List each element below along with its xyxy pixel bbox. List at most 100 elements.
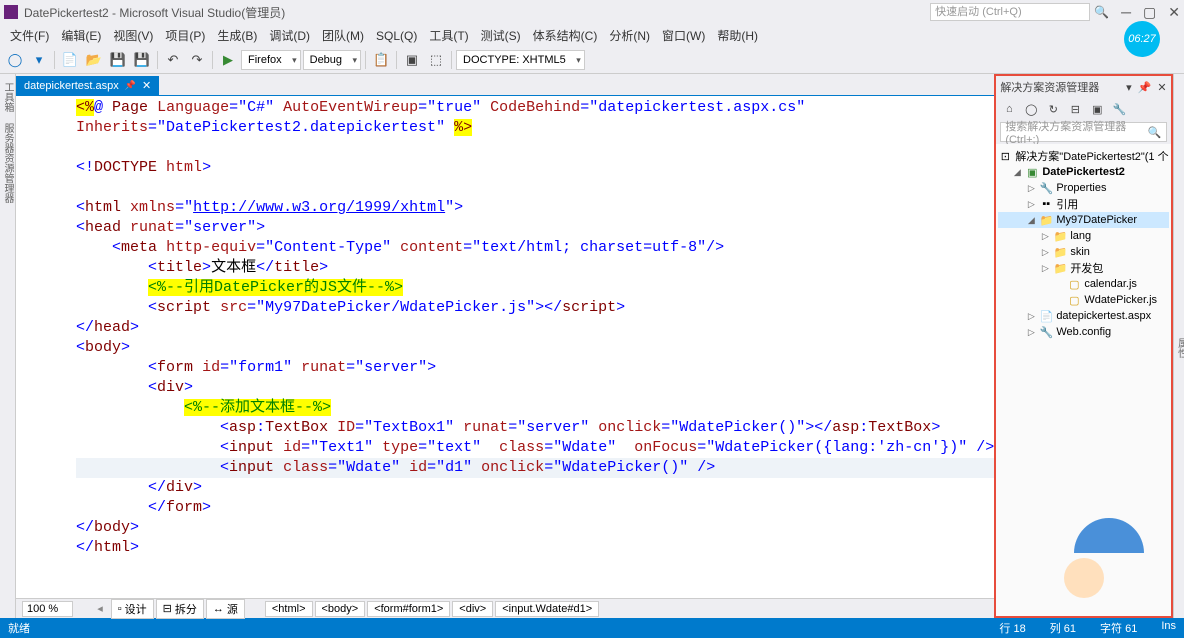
se-refresh-button[interactable]: ↻ [1044,100,1062,118]
code-line[interactable]: <!DOCTYPE html> [76,158,994,178]
menu-item[interactable]: 编辑(E) [55,27,107,45]
code-line[interactable] [76,178,994,198]
properties-node[interactable]: ▷🔧Properties [998,180,1168,196]
se-home-button[interactable]: ⌂ [1000,100,1018,118]
search-icon[interactable]: 🔍 [1094,5,1109,19]
code-line[interactable]: <head runat="server"> [76,218,994,238]
menu-item[interactable]: 文件(F) [4,27,55,45]
toolbar-btn-3[interactable]: ⬚ [425,49,447,71]
file-calendar-node[interactable]: ▢calendar.js [998,276,1168,292]
menu-item[interactable]: 生成(B) [211,27,263,45]
config-dropdown[interactable]: Debug [303,50,361,70]
pin-icon[interactable]: 📌 [1138,81,1152,94]
se-toolbar: ⌂ ◯ ↻ ⊟ ▣ 🔧 [996,98,1170,120]
menu-item[interactable]: 工具(T) [423,27,474,45]
tab-datepickertest[interactable]: datepickertest.aspx 📌 ✕ [16,76,159,95]
code-line[interactable]: </body> [76,518,994,538]
references-node[interactable]: ▷▪▪引用 [998,196,1168,212]
code-line[interactable]: <%--引用DatePicker的JS文件--%> [76,278,994,298]
menu-item[interactable]: 调试(D) [263,27,316,45]
nav-back-button[interactable]: ◯ [4,49,26,71]
design-tab[interactable]: ▫设计 [111,599,154,619]
breadcrumb-item[interactable]: <input.Wdate#d1> [495,601,599,617]
toolbar: ◯ ▾ 📄 📂 💾 💾 ↶ ↷ ▶ Firefox Debug 📋 ▣ ⬚ DO… [0,46,1184,74]
save-all-button[interactable]: 💾 [131,49,153,71]
se-show-all-button[interactable]: ▣ [1088,100,1106,118]
code-line[interactable]: <title>文本框</title> [76,258,994,278]
menu-item[interactable]: 项目(P) [159,27,211,45]
doctype-dropdown[interactable]: DOCTYPE: XHTML5 [456,50,585,70]
code-line[interactable]: <html xmlns="http://www.w3.org/1999/xhtm… [76,198,994,218]
menu-item[interactable]: 体系结构(C) [527,27,604,45]
se-search-input[interactable]: 搜索解决方案资源管理器(Ctrl+;) 🔍 [1000,122,1166,142]
breadcrumb-item[interactable]: <form#form1> [367,601,450,617]
menu-item[interactable]: 测试(S) [475,27,527,45]
source-tab[interactable]: ↔源 [206,599,245,619]
folder-devpack-node[interactable]: ▷📁开发包 [998,260,1168,276]
se-properties-button[interactable]: 🔧 [1110,100,1128,118]
toolbar-btn-2[interactable]: ▣ [401,49,423,71]
left-tool-rail[interactable]: 工具箱 服务器资源管理器 [0,74,16,618]
breadcrumb-item[interactable]: <html> [265,601,313,617]
folder-skin-node[interactable]: ▷📁skin [998,244,1168,260]
menu-item[interactable]: SQL(Q) [370,27,423,45]
code-line[interactable]: </html> [76,538,994,558]
code-line[interactable]: <asp:TextBox ID="TextBox1" runat="server… [76,418,994,438]
code-line[interactable]: <body> [76,338,994,358]
code-line[interactable]: <script src="My97DatePicker/WdatePicker.… [76,298,994,318]
file-aspx-node[interactable]: ▷📄datepickertest.aspx [998,308,1168,324]
tab-close-icon[interactable]: ✕ [142,79,151,92]
folder-my97-node[interactable]: ◢📁My97DatePicker [998,212,1168,228]
quick-launch-input[interactable]: 快速启动 (Ctrl+Q) [930,3,1090,21]
editor-container: datepickertest.aspx 📌 ✕ <%@ Page Languag… [16,74,994,618]
dropdown-icon[interactable]: ▾ [1126,81,1132,94]
code-line[interactable]: <meta http-equiv="Content-Type" content=… [76,238,994,258]
close-button[interactable]: ✕ [1168,4,1180,21]
menu-item[interactable]: 帮助(H) [711,27,764,45]
start-debug-button[interactable]: ▶ [217,49,239,71]
maximize-button[interactable]: ▢ [1143,4,1156,21]
se-back-button[interactable]: ◯ [1022,100,1040,118]
code-editor[interactable]: <%@ Page Language="C#" AutoEventWireup="… [16,96,994,598]
code-line[interactable]: <input id="Text1" type="text" class="Wda… [76,438,994,458]
project-node[interactable]: ◢▣DatePickertest2 [998,164,1168,180]
open-button[interactable]: 📂 [83,49,105,71]
solution-node[interactable]: ⊡解决方案"DatePickertest2"(1 个 [998,148,1168,164]
browser-dropdown[interactable]: Firefox [241,50,301,70]
folder-lang-node[interactable]: ▷📁lang [998,228,1168,244]
close-panel-icon[interactable]: ✕ [1157,81,1166,94]
menu-item[interactable]: 团队(M) [316,27,370,45]
save-button[interactable]: 💾 [107,49,129,71]
pin-icon[interactable]: 📌 [125,80,136,91]
file-webconfig-node[interactable]: ▷🔧Web.config [998,324,1168,340]
menu-item[interactable]: 窗口(W) [656,27,711,45]
minimize-button[interactable]: ─ [1121,4,1131,21]
new-project-button[interactable]: 📄 [59,49,81,71]
code-line[interactable]: <form id="form1" runat="server"> [76,358,994,378]
breadcrumb-item[interactable]: <div> [452,601,493,617]
tab-strip: datepickertest.aspx 📌 ✕ [16,74,994,96]
toolbar-btn-1[interactable]: 📋 [370,49,392,71]
code-line[interactable]: <div> [76,378,994,398]
menu-item[interactable]: 分析(N) [603,27,656,45]
code-line[interactable]: <%--添加文本框--%> [76,398,994,418]
se-collapse-button[interactable]: ⊟ [1066,100,1084,118]
code-line[interactable]: </head> [76,318,994,338]
right-tool-rail[interactable]: 属性 [1173,74,1184,618]
menu-item[interactable]: 视图(V) [107,27,159,45]
code-line[interactable]: <input class="Wdate" id="d1" onclick="Wd… [76,458,994,478]
breadcrumb: <html><body><form#form1><div><input.Wdat… [265,601,599,617]
code-line[interactable] [76,138,994,158]
window-controls: ─ ▢ ✕ [1121,4,1180,21]
code-line[interactable]: </form> [76,498,994,518]
redo-button[interactable]: ↷ [186,49,208,71]
split-tab[interactable]: ⊟拆分 [156,599,204,619]
breadcrumb-item[interactable]: <body> [315,601,366,617]
code-line[interactable]: <%@ Page Language="C#" AutoEventWireup="… [76,98,994,118]
zoom-dropdown[interactable]: 100 % [22,601,73,617]
code-line[interactable]: </div> [76,478,994,498]
code-line[interactable]: Inherits="DatePickertest2.datepickertest… [76,118,994,138]
nav-forward-button[interactable]: ▾ [28,49,50,71]
file-wdate-node[interactable]: ▢WdatePicker.js [998,292,1168,308]
undo-button[interactable]: ↶ [162,49,184,71]
